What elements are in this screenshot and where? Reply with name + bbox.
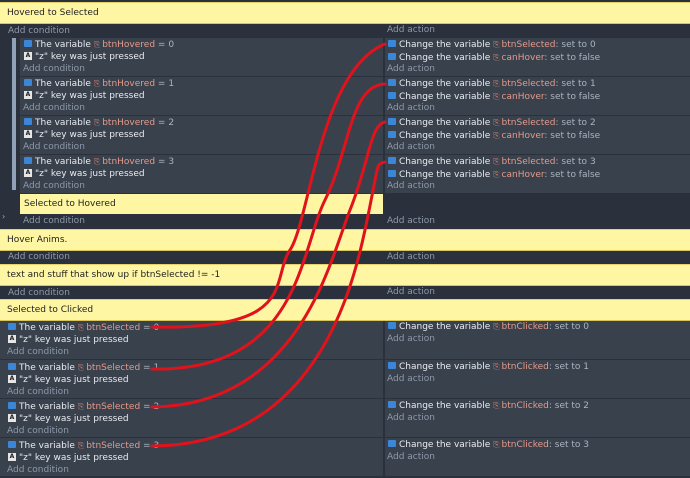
- variable-icon: [388, 440, 396, 447]
- variable-symbol-icon: ⎘: [493, 401, 500, 410]
- variable-icon: [24, 118, 32, 125]
- group-title: Selected to Clicked: [7, 305, 94, 315]
- condition-variable[interactable]: The variable ⎘ btnSelected = 1: [8, 361, 159, 374]
- group-indent-bar: [12, 38, 16, 190]
- add-action[interactable]: Add action: [387, 373, 435, 386]
- group-selected-to-clicked[interactable]: Selected to Clicked: [0, 299, 690, 321]
- action-set-selected[interactable]: Change the variable ⎘ btnSelected: set to…: [388, 155, 596, 168]
- group-title: Hovered to Selected: [7, 8, 99, 18]
- condition-variable[interactable]: The variable ⎘ btnHovered = 3: [24, 155, 174, 168]
- variable-symbol-icon: ⎘: [493, 131, 500, 140]
- variable-icon: [24, 157, 32, 164]
- group-text-and-stuff[interactable]: text and stuff that show up if btnSelect…: [0, 264, 690, 286]
- add-action[interactable]: Add action: [387, 451, 435, 464]
- variable-symbol-icon: ⎘: [493, 79, 500, 88]
- variable-icon: [388, 170, 396, 177]
- keyboard-icon: A: [24, 90, 32, 99]
- variable-icon: [8, 323, 16, 330]
- variable-symbol-icon: ⎘: [77, 323, 85, 332]
- add-action[interactable]: Add action: [387, 412, 435, 425]
- action-set-selected[interactable]: Change the variable ⎘ btnSelected: set to…: [388, 77, 596, 90]
- group-hover-anims[interactable]: Hover Anims.: [0, 229, 690, 251]
- group-title: Hover Anims.: [7, 235, 68, 245]
- variable-symbol-icon: ⎘: [77, 402, 85, 411]
- keyboard-icon: A: [8, 374, 16, 383]
- add-action[interactable]: Add action: [387, 180, 435, 193]
- add-condition[interactable]: Add condition: [8, 25, 70, 38]
- variable-symbol-icon: ⎘: [493, 40, 500, 49]
- add-action[interactable]: Add action: [387, 141, 435, 154]
- condition-variable[interactable]: The variable ⎘ btnSelected = 2: [8, 400, 159, 413]
- add-condition[interactable]: Add condition: [7, 464, 69, 477]
- add-condition[interactable]: Add condition: [23, 102, 85, 115]
- variable-symbol-icon: ⎘: [93, 79, 101, 88]
- condition-variable[interactable]: The variable ⎘ btnSelected = 0: [8, 321, 159, 334]
- group-hovered-to-selected[interactable]: Hovered to Selected: [0, 2, 690, 24]
- keyboard-icon: A: [24, 129, 32, 138]
- condition-variable[interactable]: The variable ⎘ btnHovered = 2: [24, 116, 174, 129]
- variable-icon: [388, 362, 396, 369]
- add-action[interactable]: Add action: [387, 333, 435, 346]
- add-condition[interactable]: Add condition: [8, 251, 70, 264]
- add-action[interactable]: Add action: [387, 251, 435, 264]
- variable-icon: [388, 157, 396, 164]
- action-set-clicked[interactable]: Change the variable ⎘ btnClicked: set to …: [388, 320, 589, 333]
- keyboard-icon: A: [8, 452, 16, 461]
- variable-icon: [388, 79, 396, 86]
- variable-symbol-icon: ⎘: [493, 92, 500, 101]
- action-set-clicked[interactable]: Change the variable ⎘ btnClicked: set to …: [388, 438, 589, 451]
- action-set-clicked[interactable]: Change the variable ⎘ btnClicked: set to …: [388, 360, 589, 373]
- variable-icon: [388, 131, 396, 138]
- variable-icon: [388, 92, 396, 99]
- keyboard-icon: A: [8, 334, 16, 343]
- action-set-selected[interactable]: Change the variable ⎘ btnSelected: set to…: [388, 38, 596, 51]
- add-action[interactable]: Add action: [387, 24, 435, 37]
- add-condition[interactable]: Add condition: [7, 425, 69, 438]
- variable-icon: [24, 79, 32, 86]
- variable-symbol-icon: ⎘: [77, 363, 85, 372]
- variable-symbol-icon: ⎘: [493, 170, 500, 179]
- variable-symbol-icon: ⎘: [493, 157, 500, 166]
- group-selected-to-hovered[interactable]: Selected to Hovered: [20, 194, 383, 214]
- add-condition[interactable]: Add condition: [23, 180, 85, 193]
- variable-icon: [388, 53, 396, 60]
- group-title: Selected to Hovered: [24, 199, 116, 209]
- action-set-clicked[interactable]: Change the variable ⎘ btnClicked: set to …: [388, 399, 589, 412]
- variable-icon: [388, 118, 396, 125]
- add-condition[interactable]: Add condition: [23, 215, 85, 228]
- variable-symbol-icon: ⎘: [493, 322, 500, 331]
- keyboard-icon: A: [24, 51, 32, 60]
- variable-icon: [8, 441, 16, 448]
- variable-icon: [388, 40, 396, 47]
- action-set-selected[interactable]: Change the variable ⎘ btnSelected: set to…: [388, 116, 596, 129]
- variable-symbol-icon: ⎘: [77, 441, 85, 450]
- variable-icon: [388, 401, 396, 408]
- condition-variable[interactable]: The variable ⎘ btnSelected = 3: [8, 439, 159, 452]
- variable-icon: [8, 402, 16, 409]
- variable-symbol-icon: ⎘: [493, 53, 500, 62]
- add-action[interactable]: Add action: [387, 63, 435, 76]
- add-condition[interactable]: Add condition: [7, 386, 69, 399]
- add-condition[interactable]: Add condition: [23, 63, 85, 76]
- condition-variable[interactable]: The variable ⎘ btnHovered = 0: [24, 38, 174, 51]
- add-action[interactable]: Add action: [387, 215, 435, 228]
- add-condition[interactable]: Add condition: [7, 346, 69, 359]
- add-action[interactable]: Add action: [387, 102, 435, 115]
- keyboard-icon: A: [8, 413, 16, 422]
- group-title: text and stuff that show up if btnSelect…: [7, 270, 221, 280]
- variable-symbol-icon: ⎘: [93, 40, 101, 49]
- keyboard-icon: A: [24, 168, 32, 177]
- variable-icon: [8, 363, 16, 370]
- chevron-right-icon[interactable]: ›: [2, 212, 5, 221]
- variable-symbol-icon: ⎘: [493, 362, 500, 371]
- variable-symbol-icon: ⎘: [493, 440, 500, 449]
- variable-symbol-icon: ⎘: [493, 118, 500, 127]
- variable-symbol-icon: ⎘: [93, 118, 101, 127]
- add-action[interactable]: Add action: [387, 286, 435, 299]
- add-condition[interactable]: Add condition: [23, 141, 85, 154]
- variable-symbol-icon: ⎘: [93, 157, 101, 166]
- condition-variable[interactable]: The variable ⎘ btnHovered = 1: [24, 77, 174, 90]
- variable-icon: [24, 40, 32, 47]
- variable-icon: [388, 322, 396, 329]
